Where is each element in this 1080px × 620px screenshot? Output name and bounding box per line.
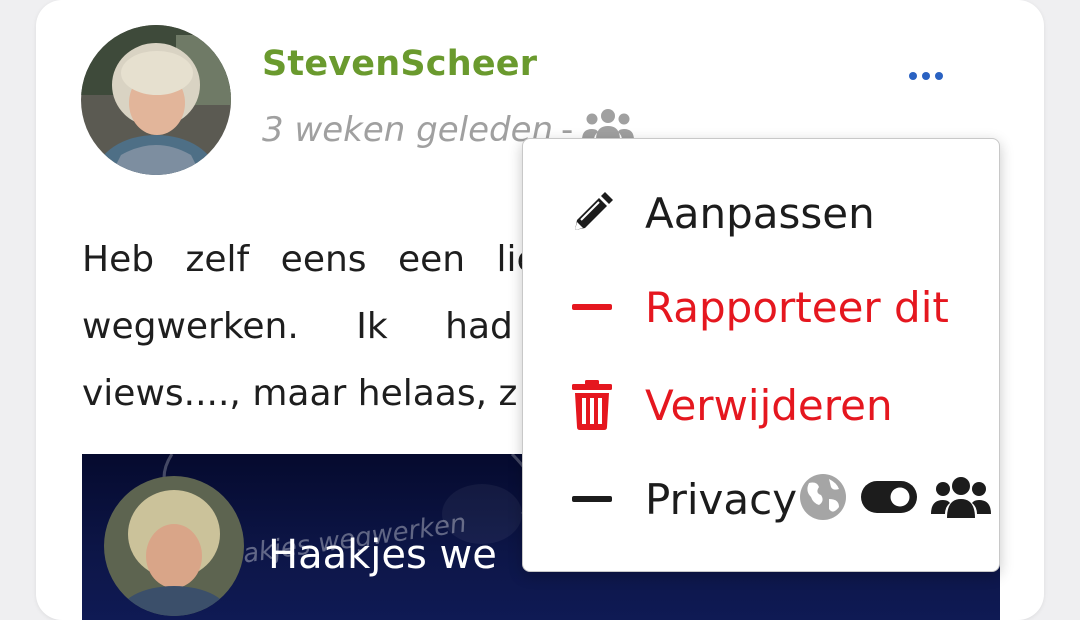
menu-item-label: Rapporteer dit xyxy=(645,282,949,332)
post-timestamp: 3 weken geleden xyxy=(262,109,554,150)
users-icon[interactable] xyxy=(931,476,991,522)
minus-icon xyxy=(569,472,615,526)
menu-item-report[interactable]: Rapporteer dit xyxy=(523,267,999,347)
post-author-name[interactable]: StevenScheer xyxy=(262,44,537,84)
pencil-icon xyxy=(569,186,615,240)
menu-item-label: Verwijderen xyxy=(645,380,893,430)
menu-item-label: Privacy xyxy=(645,474,798,524)
video-avatar xyxy=(104,476,244,616)
avatar[interactable] xyxy=(81,25,231,175)
menu-item-label: Aanpassen xyxy=(645,188,875,238)
toggle-icon[interactable] xyxy=(861,480,917,518)
menu-item-privacy[interactable]: Privacy xyxy=(523,459,999,539)
video-title: Haakjes we xyxy=(268,532,497,578)
post-options-menu: Aanpassen Rapporteer dit Verwijderen Pri… xyxy=(522,138,1000,572)
menu-item-delete[interactable]: Verwijderen xyxy=(523,365,999,445)
globe-icon[interactable] xyxy=(799,473,847,525)
more-options-icon[interactable] xyxy=(904,56,948,96)
privacy-options xyxy=(799,473,991,525)
trash-icon xyxy=(569,378,615,432)
minus-icon xyxy=(569,280,615,334)
menu-item-edit[interactable]: Aanpassen xyxy=(523,173,999,253)
